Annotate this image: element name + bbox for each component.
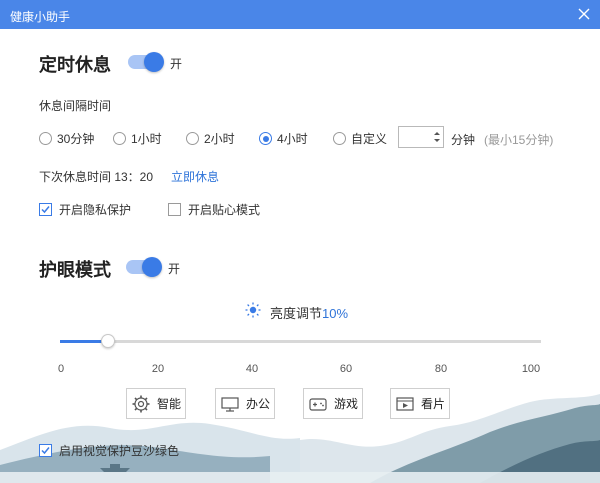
brightness-value: 10% bbox=[322, 306, 349, 321]
film-icon bbox=[396, 396, 414, 411]
spin-arrows-icon[interactable] bbox=[433, 129, 441, 145]
interval-option-2hours[interactable]: 2小时 bbox=[186, 130, 235, 147]
eye-care-toggle-state: 开 bbox=[168, 262, 181, 276]
radio-circle bbox=[113, 132, 126, 145]
privacy-protection-label: 开启隐私保护 bbox=[59, 203, 132, 217]
brightness-label: 亮度调节10% bbox=[270, 303, 348, 322]
gamepad-icon bbox=[309, 397, 327, 411]
mode-smart-button[interactable]: 智能 bbox=[126, 388, 186, 419]
caring-mode-checkbox[interactable]: 开启贴心模式 bbox=[168, 201, 260, 218]
interval-label: 休息间隔时间 bbox=[39, 99, 112, 113]
next-rest-time: 下次休息时间 13：20 bbox=[39, 170, 154, 184]
health-assistant-window: 健康小助手 定时休息 开 休息间隔时间 30分钟 1小时 2小时 4小时 自定义… bbox=[0, 0, 600, 483]
radio-circle bbox=[333, 132, 346, 145]
landscape-background bbox=[0, 394, 600, 483]
brightness-slider[interactable] bbox=[60, 334, 541, 348]
interval-option-label: 4小时 bbox=[277, 132, 308, 146]
interval-option-custom[interactable]: 自定义 bbox=[333, 130, 387, 147]
bean-green-label: 启用视觉保护豆沙绿色 bbox=[59, 444, 180, 458]
mode-label: 智能 bbox=[156, 397, 181, 411]
interval-option-label: 30分钟 bbox=[57, 132, 95, 146]
slider-tick-40: 40 bbox=[245, 363, 259, 375]
custom-unit-label: 分钟 bbox=[451, 133, 476, 147]
mode-label: 游戏 bbox=[333, 397, 358, 411]
custom-minimum-hint: (最小15分钟) bbox=[484, 133, 554, 147]
radio-circle bbox=[186, 132, 199, 145]
interval-option-1hour[interactable]: 1小时 bbox=[113, 130, 162, 147]
check-icon bbox=[41, 447, 50, 455]
timer-section-title: 定时休息 bbox=[39, 55, 111, 75]
brightness-label-text: 亮度调节 bbox=[270, 306, 323, 321]
mode-label: 看片 bbox=[420, 397, 445, 411]
timer-toggle-state: 开 bbox=[170, 57, 183, 71]
eye-care-section-title: 护眼模式 bbox=[39, 260, 111, 280]
custom-minutes-spinbox[interactable] bbox=[398, 126, 444, 148]
interval-option-label: 自定义 bbox=[351, 132, 388, 146]
mode-label: 办公 bbox=[245, 397, 270, 411]
slider-tick-0: 0 bbox=[57, 363, 65, 375]
gear-icon bbox=[132, 395, 150, 412]
checkbox-box bbox=[168, 203, 181, 216]
caring-mode-label: 开启贴心模式 bbox=[188, 203, 261, 217]
title-bar: 健康小助手 bbox=[0, 0, 600, 29]
check-icon bbox=[41, 206, 50, 214]
rest-now-link[interactable]: 立即休息 bbox=[171, 168, 219, 185]
timer-toggle[interactable] bbox=[128, 52, 164, 72]
privacy-protection-checkbox[interactable]: 开启隐私保护 bbox=[39, 201, 131, 218]
sun-icon bbox=[245, 302, 261, 318]
monitor-icon bbox=[221, 396, 239, 412]
radio-circle-selected bbox=[259, 132, 272, 145]
radio-circle bbox=[39, 132, 52, 145]
mode-office-button[interactable]: 办公 bbox=[215, 388, 275, 419]
window-title: 健康小助手 bbox=[10, 10, 71, 24]
interval-option-30min[interactable]: 30分钟 bbox=[39, 130, 94, 147]
mode-movie-button[interactable]: 看片 bbox=[390, 388, 450, 419]
brightness-slider-thumb[interactable] bbox=[101, 334, 115, 348]
slider-tick-20: 20 bbox=[151, 363, 165, 375]
mode-game-button[interactable]: 游戏 bbox=[303, 388, 363, 419]
close-icon[interactable] bbox=[577, 7, 591, 21]
interval-option-label: 2小时 bbox=[204, 132, 235, 146]
slider-tick-100: 100 bbox=[521, 363, 541, 375]
checkbox-box bbox=[39, 444, 52, 457]
timer-toggle-knob bbox=[144, 52, 164, 72]
slider-tick-80: 80 bbox=[434, 363, 448, 375]
eye-care-toggle-knob bbox=[142, 257, 162, 277]
slider-tick-60: 60 bbox=[339, 363, 353, 375]
interval-option-4hours[interactable]: 4小时 bbox=[259, 130, 308, 147]
bean-green-checkbox[interactable]: 启用视觉保护豆沙绿色 bbox=[39, 442, 179, 459]
checkbox-box bbox=[39, 203, 52, 216]
eye-care-toggle[interactable] bbox=[126, 257, 162, 277]
interval-option-label: 1小时 bbox=[131, 132, 162, 146]
